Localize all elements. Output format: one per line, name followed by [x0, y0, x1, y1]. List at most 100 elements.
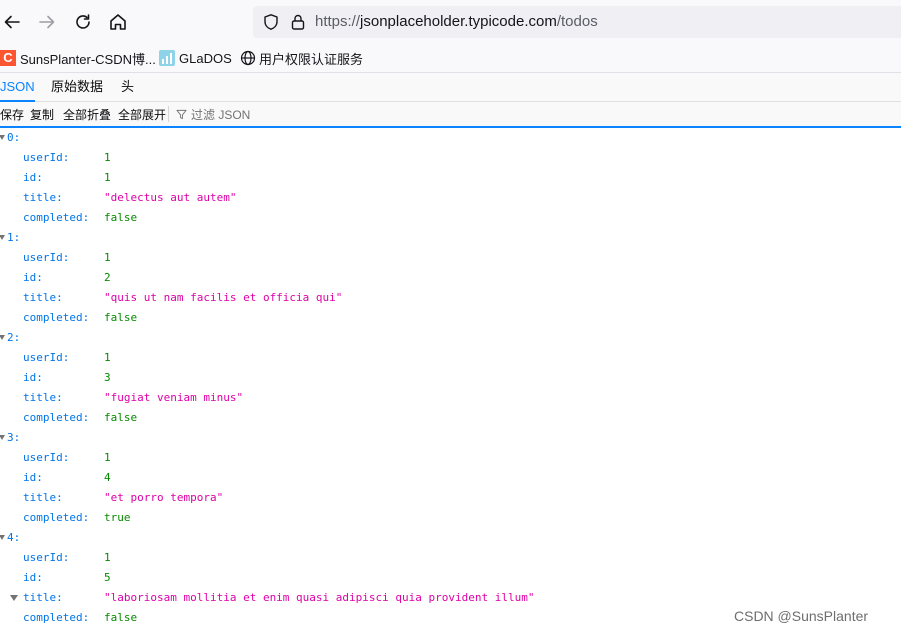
- tree-field-row[interactable]: title: "delectus aut autem": [0, 188, 901, 208]
- array-index-label: 2:: [7, 331, 21, 344]
- tree-field-row[interactable]: id: 3: [0, 368, 901, 388]
- field-value: "laboriosam mollitia et enim quasi adipi…: [104, 591, 535, 604]
- field-key: title:: [23, 391, 63, 404]
- field-key: completed:: [23, 611, 90, 624]
- back-button[interactable]: [0, 10, 24, 34]
- tree-field-row[interactable]: completed: false: [0, 208, 901, 228]
- tree-object-row[interactable]: 0:: [0, 128, 901, 148]
- tree-object-row[interactable]: 3:: [0, 428, 901, 448]
- field-value: 3: [104, 371, 111, 384]
- field-key: id:: [23, 171, 43, 184]
- field-value: 5: [104, 571, 111, 584]
- expand-twisty-icon[interactable]: [0, 335, 5, 340]
- tree-field-row[interactable]: userId: 1: [0, 348, 901, 368]
- collapse-all-button[interactable]: 全部折叠: [63, 106, 111, 123]
- tracking-protection-shield-icon[interactable]: [262, 13, 280, 31]
- bookmark-glados[interactable]: GLaDOS: [159, 49, 232, 67]
- field-key: completed:: [23, 211, 90, 224]
- field-value: 1: [104, 251, 111, 264]
- bookmark-label: 用户权限认证服务: [259, 51, 364, 67]
- back-arrow-icon: [4, 15, 20, 29]
- glados-icon: [159, 50, 175, 66]
- field-key: id:: [23, 271, 43, 284]
- field-key: userId:: [23, 251, 70, 264]
- field-value: "et porro tempora": [104, 491, 224, 504]
- tree-field-row[interactable]: completed: true: [0, 508, 901, 528]
- csdn-logo-icon: C: [0, 50, 16, 66]
- tree-field-row[interactable]: completed: false: [0, 308, 901, 328]
- tree-field-row[interactable]: completed: false: [0, 408, 901, 428]
- field-key: title:: [23, 291, 63, 304]
- globe-icon: [240, 50, 256, 66]
- field-value: 4: [104, 471, 111, 484]
- field-key: id:: [23, 371, 43, 384]
- url-path: /todos: [556, 13, 598, 30]
- browser-window: https://jsonplaceholder.typicode.com/tod…: [0, 0, 901, 633]
- field-key: id:: [23, 471, 43, 484]
- tree-field-row[interactable]: id: 4: [0, 468, 901, 488]
- filter-json-input[interactable]: 过滤 JSON: [176, 106, 250, 123]
- tree-field-row[interactable]: userId: 1: [0, 448, 901, 468]
- field-value: "quis ut nam facilis et officia qui": [104, 291, 343, 304]
- bookmark-auth-service[interactable]: 用户权限认证服务: [240, 49, 363, 67]
- expand-twisty-icon[interactable]: [0, 535, 5, 540]
- tree-field-row[interactable]: userId: 1: [0, 248, 901, 268]
- field-value: false: [104, 311, 138, 324]
- reload-button[interactable]: [71, 10, 95, 34]
- expand-twisty-icon[interactable]: [0, 235, 5, 240]
- tree-object-row[interactable]: 1:: [0, 228, 901, 248]
- reload-icon: [76, 14, 90, 29]
- url-text[interactable]: https://jsonplaceholder.typicode.com/tod…: [315, 13, 598, 30]
- json-viewer-tabs: JSON 原始数据 头: [0, 73, 901, 102]
- copy-button[interactable]: 复制: [30, 106, 54, 123]
- tree-field-row[interactable]: id: 5: [0, 568, 901, 588]
- tab-raw-data[interactable]: 原始数据: [51, 73, 103, 101]
- field-key: completed:: [23, 511, 90, 524]
- field-value: false: [104, 211, 138, 224]
- tree-field-row[interactable]: title: "laboriosam mollitia et enim quasi…: [0, 588, 901, 608]
- watermark-text: CSDN @SunsPlanter: [734, 608, 869, 624]
- tab-json[interactable]: JSON: [0, 73, 35, 102]
- field-value: 2: [104, 271, 111, 284]
- filter-placeholder: 过滤 JSON: [191, 108, 251, 122]
- expand-twisty-icon[interactable]: [0, 135, 5, 140]
- tree-field-row[interactable]: title: "et porro tempora": [0, 488, 901, 508]
- tree-field-row[interactable]: id: 1: [0, 168, 901, 188]
- field-key: userId:: [23, 451, 70, 464]
- tab-headers[interactable]: 头: [121, 73, 134, 101]
- field-value: 1: [104, 351, 111, 364]
- bookmarks-toolbar: C SunsPlanter-CSDN博... GLaDOS 用户权限认证服务: [0, 44, 901, 73]
- filter-icon: [176, 109, 187, 120]
- toolbar-divider: [168, 106, 169, 122]
- field-value: 1: [104, 151, 111, 164]
- expand-all-button[interactable]: 全部展开: [118, 106, 166, 123]
- field-key: title:: [23, 191, 63, 204]
- field-key: id:: [23, 571, 43, 584]
- url-host-lead: jsonplaceholder.: [360, 13, 469, 30]
- json-toolbar: 保存 复制 全部折叠 全部展开 过滤 JSON: [0, 102, 901, 128]
- field-key: title:: [23, 491, 63, 504]
- url-prefix: https://: [315, 13, 361, 30]
- address-bar[interactable]: https://jsonplaceholder.typicode.com/tod…: [253, 6, 901, 38]
- bookmark-csdn[interactable]: C SunsPlanter-CSDN博...: [0, 49, 156, 67]
- tree-field-row[interactable]: userId: 1: [0, 148, 901, 168]
- tree-field-row[interactable]: title: "fugiat veniam minus": [0, 388, 901, 408]
- save-button[interactable]: 保存: [0, 106, 24, 123]
- navigation-bar: https://jsonplaceholder.typicode.com/tod…: [0, 0, 901, 44]
- field-key: title:: [23, 591, 63, 604]
- expand-twisty-icon[interactable]: [0, 435, 5, 440]
- lock-icon[interactable]: [289, 13, 307, 31]
- field-value: 1: [104, 171, 111, 184]
- field-value: "delectus aut autem": [104, 191, 237, 204]
- tree-object-row[interactable]: 2:: [0, 328, 901, 348]
- forward-button[interactable]: [35, 10, 59, 34]
- field-value: 1: [104, 451, 111, 464]
- tree-field-row[interactable]: title: "quis ut nam facilis et officia qu…: [0, 288, 901, 308]
- tree-object-row[interactable]: 4:: [0, 528, 901, 548]
- tree-field-row[interactable]: id: 2: [0, 268, 901, 288]
- tree-field-row[interactable]: userId: 1: [0, 548, 901, 568]
- hover-twisty-icon[interactable]: [10, 595, 18, 601]
- field-key: userId:: [23, 351, 70, 364]
- field-value: 1: [104, 551, 111, 564]
- home-button[interactable]: [106, 10, 130, 34]
